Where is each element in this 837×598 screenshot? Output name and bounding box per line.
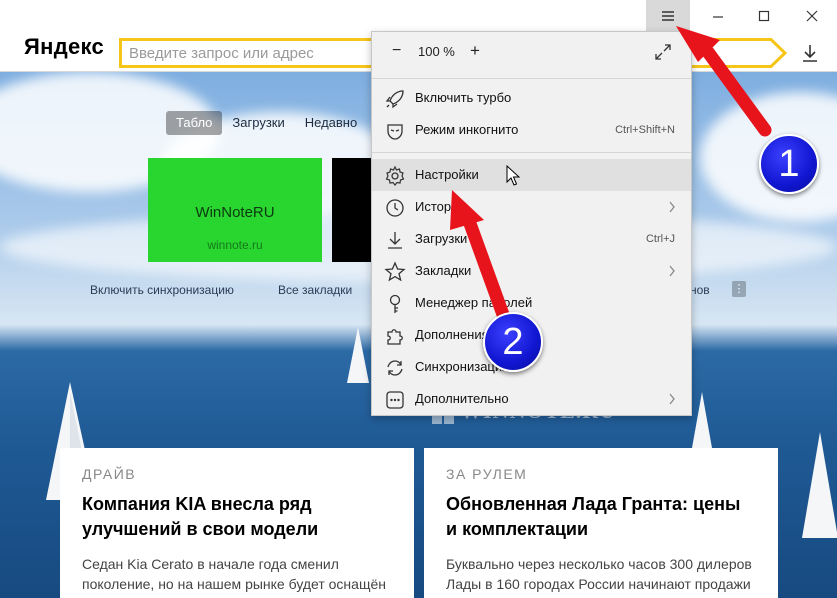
news-excerpt: Буквально через несколько часов 300 диле… [446, 556, 752, 592]
more-dots-icon [386, 391, 404, 409]
menu-item-shortcut: Ctrl+Shift+N [615, 124, 675, 136]
mouse-cursor-icon [506, 165, 520, 186]
clock-icon [386, 199, 404, 217]
incognito-mask-icon [387, 124, 403, 140]
zoom-level: 100 % [418, 44, 455, 59]
menu-item-incognito[interactable]: Режим инкогнито Ctrl+Shift+N [372, 114, 691, 146]
news-title[interactable]: Обновленная Лада Гранта: цены и комплект… [446, 492, 756, 542]
speed-dial-tile[interactable] [332, 158, 372, 262]
tile-title: WinNoteRU [195, 204, 275, 221]
yandex-logo[interactable]: Яндекс [24, 34, 104, 60]
menu-item-label: Загрузки [415, 231, 468, 246]
close-icon[interactable] [790, 0, 834, 32]
zoom-controls: − 100 % + [372, 32, 691, 72]
news-title[interactable]: Компания KIA внесла ряд улучшений в свои… [82, 492, 392, 542]
news-card[interactable]: ЗА РУЛЕМ Обновленная Лада Гранта: цены и… [424, 448, 778, 598]
more-options-button[interactable]: ⋮ [732, 281, 746, 297]
key-icon [389, 294, 401, 313]
gear-icon [385, 165, 405, 186]
news-source: ДРАЙВ [82, 466, 137, 482]
menu-item-settings[interactable]: Настройки [372, 159, 691, 191]
menu-item-label: Дополнительно [415, 391, 509, 406]
menu-item-passwords[interactable]: Менеджер паролей [372, 287, 691, 319]
fullscreen-icon[interactable] [652, 41, 674, 63]
sailboat [692, 392, 712, 448]
menu-item-shortcut: Ctrl+J [645, 233, 675, 245]
menu-item-label: Включить турбо [415, 90, 512, 105]
menu-item-downloads[interactable]: Загрузки Ctrl+J [372, 223, 691, 255]
menu-item-bookmarks[interactable]: Закладки [372, 255, 691, 287]
menu-item-label: История [415, 199, 466, 214]
puzzle-icon [387, 329, 403, 345]
minimize-icon[interactable] [696, 0, 740, 32]
rocket-icon [385, 90, 404, 109]
news-source: ЗА РУЛЕМ [446, 466, 528, 482]
sailboat [802, 432, 837, 538]
newtab-tabs: Табло Загрузки Недавно [166, 111, 367, 135]
star-icon [384, 261, 406, 282]
chevron-right-icon [669, 393, 675, 405]
address-input[interactable] [129, 43, 359, 63]
tab-recent[interactable]: Недавно [295, 111, 367, 135]
download-icon[interactable] [797, 40, 823, 66]
chevron-right-icon [669, 265, 675, 277]
menu-separator [372, 78, 691, 79]
step-badge-2: 2 [483, 312, 543, 372]
menu-separator [372, 152, 691, 153]
sync-icon [387, 360, 403, 376]
maximize-icon[interactable] [742, 0, 786, 32]
sailboat [347, 327, 369, 383]
menu-item-turbo[interactable]: Включить турбо [372, 82, 691, 114]
zoom-out-button[interactable]: − [392, 42, 401, 60]
tab-tablo[interactable]: Табло [166, 111, 223, 135]
menu-item-label: Настройки [415, 167, 479, 182]
menu-item-label: Закладки [415, 263, 472, 278]
menu-item-label: Менеджер паролей [415, 295, 533, 310]
backgrounds-link[interactable]: нов [690, 283, 710, 297]
download-icon [388, 232, 402, 249]
enable-sync-link[interactable]: Включить синхронизацию [90, 283, 234, 297]
menu-item-more[interactable]: Дополнительно [372, 383, 691, 415]
menu-item-label: Дополнения [415, 327, 489, 342]
tile-url: winnote.ru [207, 238, 263, 252]
news-card[interactable]: ДРАЙВ Компания KIA внесла ряд улучшений … [60, 448, 414, 598]
hamburger-icon[interactable] [646, 0, 690, 32]
menu-item-label: Режим инкогнито [415, 122, 519, 137]
chevron-right-icon [669, 201, 675, 213]
all-bookmarks-link[interactable]: Все закладки [278, 283, 352, 297]
tab-downloads[interactable]: Загрузки [222, 111, 294, 135]
zoom-in-button[interactable]: + [470, 41, 480, 61]
step-badge-1: 1 [759, 134, 819, 194]
news-excerpt: Седан Kia Cerato в начале года сменил по… [82, 556, 386, 592]
speed-dial-tile-winnote[interactable]: WinNoteRU winnote.ru [148, 158, 322, 262]
menu-item-history[interactable]: История [372, 191, 691, 223]
